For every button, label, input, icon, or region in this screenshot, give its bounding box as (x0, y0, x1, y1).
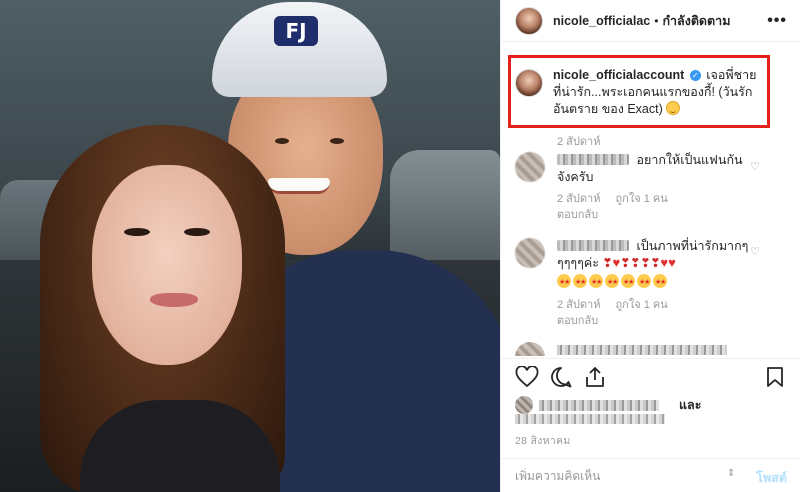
smile-emoji-icon (666, 101, 681, 115)
like-comment-heart-icon[interactable]: ♡ (750, 245, 760, 258)
comment: อยากให้เป็นแฟนกันจังครับ (515, 152, 785, 186)
comment-icon[interactable] (549, 366, 573, 388)
comment: เป็นภาพที่น่ารักมากๆๆๆๆๆค่ะ ❣♥❣❣❣❣♥♥ (515, 238, 785, 291)
star-eyes-emoji-icon (653, 274, 667, 291)
caption-time[interactable]: 2 สัปดาห์ (557, 132, 600, 150)
partial-comment (515, 342, 775, 356)
comment-likes[interactable]: ถูกใจ 1 คน (616, 193, 668, 205)
avatar[interactable] (515, 152, 545, 182)
star-eyes-emoji-icon (573, 274, 587, 291)
comment-likes[interactable]: ถูกใจ 1 คน (616, 299, 668, 311)
divider (501, 358, 800, 359)
comment-time[interactable]: 2 สัปดาห์ (557, 299, 600, 311)
avatar[interactable] (515, 69, 543, 97)
post-photo[interactable]: FJ (0, 0, 500, 492)
avatar[interactable] (515, 396, 533, 414)
comment-time[interactable]: 2 สัปดาห์ (557, 193, 600, 205)
star-eyes-emoji-icon (637, 274, 651, 291)
post-button[interactable]: โพสต์ (756, 468, 787, 488)
woman-lips (150, 293, 198, 307)
caption-text-block: nicole_officialaccount ✓ เจอพี่ชายที่น่า… (553, 67, 763, 118)
rose-emoji-icon: ❣❣❣❣ (620, 256, 661, 270)
avatar[interactable] (515, 238, 545, 268)
star-eyes-emoji-icon (557, 274, 571, 291)
reply-button[interactable]: ตอบกลับ (557, 207, 668, 223)
post-header: nicole_officialac • กำลังติดตาม ••• (501, 0, 800, 42)
woman-eye (124, 228, 150, 236)
more-options-icon[interactable]: ••• (767, 12, 787, 30)
resize-handle-icon: ⇕ (727, 468, 736, 479)
post-date[interactable]: 28 สิงหาคม (515, 432, 571, 449)
bookmark-icon[interactable] (765, 366, 785, 388)
rose-emoji-icon: ❣ (602, 256, 613, 270)
action-bar (515, 366, 787, 392)
verified-badge-icon: ✓ (689, 70, 701, 81)
comment-body: เป็นภาพที่น่ารักมากๆๆๆๆๆค่ะ ❣♥❣❣❣❣♥♥ (557, 238, 752, 291)
woman-eye (184, 228, 210, 236)
man-smile (268, 178, 330, 194)
blurred-liker-names[interactable] (539, 399, 659, 411)
caption: nicole_officialaccount ✓ เจอพี่ชายที่น่า… (515, 67, 765, 118)
likes-and: และ (679, 398, 702, 412)
avatar[interactable] (515, 342, 545, 356)
blurred-comment-text (557, 345, 727, 355)
blurred-username[interactable] (557, 240, 629, 251)
comment-body: อยากให้เป็นแฟนกันจังครับ (557, 152, 752, 186)
comment-input[interactable] (515, 468, 715, 484)
cap-logo: FJ (274, 16, 318, 46)
reply-button[interactable]: ตอบกลับ (557, 313, 668, 329)
following-button[interactable]: กำลังติดตาม (662, 11, 730, 31)
blurred-likes-count[interactable] (515, 414, 665, 424)
separator-dot: • (654, 13, 659, 28)
avatar[interactable] (515, 6, 543, 35)
emoji-row (557, 274, 752, 291)
star-eyes-emoji-icon (589, 274, 603, 291)
background-car (390, 150, 500, 270)
star-eyes-emoji-icon (605, 274, 619, 291)
heart-icon[interactable] (515, 366, 539, 388)
likes-summary: และ (515, 396, 785, 414)
like-comment-heart-icon[interactable]: ♡ (750, 160, 760, 173)
blurred-username[interactable] (557, 154, 629, 165)
man-eye (330, 138, 344, 144)
share-icon[interactable] (583, 366, 607, 388)
header-username[interactable]: nicole_officialac (553, 14, 650, 28)
caption-username[interactable]: nicole_officialaccount (553, 68, 684, 82)
post-sidebar: nicole_officialac • กำลังติดตาม ••• nico… (500, 0, 800, 492)
woman-face (92, 165, 242, 365)
comment-meta: 2 สัปดาห์ ถูกใจ 1 คน ตอบกลับ (557, 297, 680, 329)
comment-meta: 2 สัปดาห์ ถูกใจ 1 คน ตอบกลับ (557, 191, 680, 223)
man-eye (275, 138, 289, 144)
heart-emoji-icon: ♥♥ (660, 255, 676, 270)
star-eyes-emoji-icon (621, 274, 635, 291)
add-comment-bar: ⇕ โพสต์ (501, 458, 800, 492)
